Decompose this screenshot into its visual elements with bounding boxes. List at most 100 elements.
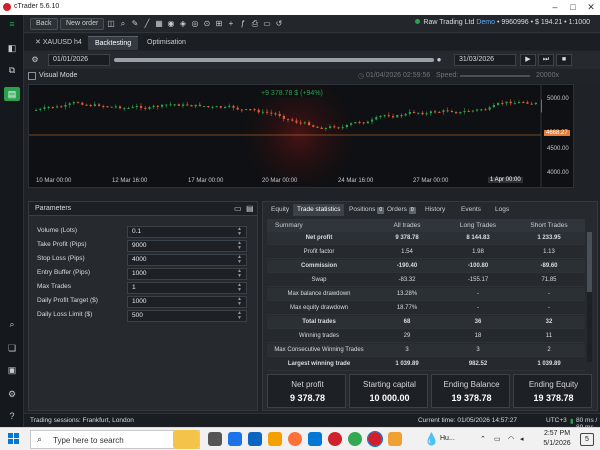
vlc-icon[interactable] — [388, 432, 402, 446]
trading-sessions: Trading sessions: Frankfurt, London — [30, 417, 134, 424]
snapshot-icon[interactable]: ⎙ — [250, 18, 260, 30]
progress-end-handle-icon[interactable]: ● — [434, 54, 444, 66]
wallet-icon[interactable]: ▣ — [4, 363, 20, 377]
stat-short: -89.60 — [540, 263, 558, 269]
stats-scrollbar[interactable] — [587, 232, 592, 362]
parameter-input[interactable]: 500 ▲ ▼ — [127, 310, 247, 322]
parameters-panel: Parameters ▭ ▤ Volume (Lots) 0.1 ▲ ▼ Take Pr… — [28, 201, 258, 411]
gear-icon[interactable]: ⚙ — [30, 54, 40, 66]
parameter-input[interactable]: 9000 ▲ ▼ — [127, 240, 247, 252]
search-placeholder: Type here to search — [53, 436, 124, 445]
visual-mode-row: Visual Mode ◷ 01/04/2026 02:59:56 Speed:… — [24, 69, 600, 83]
color-icon[interactable]: ◉ — [166, 18, 176, 30]
results-tab[interactable]: Events — [457, 204, 485, 216]
eye-icon[interactable]: ◎ — [190, 18, 200, 30]
results-tab[interactable]: Equity — [267, 204, 293, 216]
maximize-button[interactable]: □ — [566, 1, 580, 13]
chart-mode-icon[interactable]: ⊞ — [214, 18, 224, 30]
results-tab[interactable]: Positions 0 — [345, 204, 388, 216]
timezone[interactable]: UTC+3 — [546, 417, 567, 424]
watchlist-icon[interactable]: ◫ — [106, 18, 116, 30]
search-analytics-icon[interactable]: ⌕ — [4, 317, 20, 331]
spinner-arrows-icon[interactable]: ▲ ▼ — [237, 311, 242, 321]
algo-icon[interactable]: ▤ — [4, 87, 20, 101]
windows-start-icon[interactable] — [8, 433, 20, 445]
lock-icon[interactable]: ⊙ — [202, 18, 212, 30]
trendline-icon[interactable]: ╱ — [142, 18, 152, 30]
weather-text[interactable]: Hu... — [440, 435, 455, 442]
parameter-input[interactable]: 1000 ▲ ▼ — [127, 296, 247, 308]
save-icon[interactable]: ▭ — [234, 204, 242, 213]
app-menu-icon[interactable]: ≡ — [4, 17, 20, 31]
clock-date[interactable]: 5/1/2026 — [540, 440, 574, 447]
end-date-field[interactable]: 31/03/2026 — [454, 54, 516, 66]
copy-icon[interactable]: ⧉ — [4, 63, 20, 77]
help-icon[interactable]: ? — [4, 409, 20, 423]
task-view-icon[interactable] — [208, 432, 222, 446]
ctrader-active-icon[interactable] — [367, 431, 383, 447]
spinner-arrows-icon[interactable]: ▲ ▼ — [237, 297, 242, 307]
parameter-input[interactable]: 1000 ▲ ▼ — [127, 268, 247, 280]
minimize-button[interactable]: – — [548, 1, 562, 13]
search-icon[interactable]: ⌕ — [118, 18, 128, 30]
parameter-input[interactable]: 1 ▲ ▼ — [127, 282, 247, 294]
new-order-button[interactable]: New order — [60, 18, 105, 30]
firefox-icon[interactable] — [288, 432, 302, 446]
template-icon[interactable]: ▭ — [262, 18, 272, 30]
close-button[interactable]: ✕ — [584, 1, 598, 13]
weather-icon[interactable]: 💧 — [424, 432, 439, 446]
network-icon[interactable]: ▭ — [494, 435, 501, 443]
history-icon[interactable]: ↺ — [274, 18, 284, 30]
indicator-icon[interactable]: ƒ — [238, 18, 248, 30]
spinner-arrows-icon[interactable]: ▲ ▼ — [237, 227, 242, 237]
taskbar-search[interactable]: ⌕ Type here to search — [30, 430, 200, 449]
ctrader-taskbar-icon[interactable] — [328, 432, 342, 446]
folder-icon[interactable]: ▤ — [246, 204, 254, 213]
step-button[interactable]: ⏭ — [538, 54, 554, 66]
price-chart[interactable]: +9 378.78 $ (+94%) 5000.00 4668.27 4500.… — [28, 84, 574, 188]
play-button[interactable]: ▶ — [520, 54, 536, 66]
parameter-input[interactable]: 4000 ▲ ▼ — [127, 254, 247, 266]
results-tab[interactable]: Logs — [491, 204, 513, 216]
wifi-icon[interactable]: ◠ — [508, 435, 514, 443]
draw-icon[interactable]: ✎ — [130, 18, 140, 30]
notification-badge[interactable]: 5 — [580, 433, 594, 446]
results-tab[interactable]: History — [421, 204, 449, 216]
tab-optimisation[interactable]: Optimisation — [140, 36, 193, 50]
settings-icon[interactable]: ⚙ — [4, 387, 20, 401]
tray-chevron-icon[interactable]: ⌃ — [480, 435, 486, 443]
candle-body — [480, 109, 483, 111]
close-icon[interactable]: ✕ — [35, 39, 41, 46]
stop-button[interactable]: ■ — [556, 54, 572, 66]
chart-icon[interactable]: ◧ — [4, 41, 20, 55]
chrome-icon[interactable] — [348, 432, 362, 446]
volume-icon[interactable]: ◂ — [520, 435, 524, 443]
spinner-arrows-icon[interactable]: ▲ ▼ — [237, 269, 242, 279]
copilot-icon[interactable] — [228, 432, 242, 446]
back-button[interactable]: Back — [30, 18, 58, 30]
account-selector[interactable]: Raw Trading Ltd Demo • 9960996 • $ 194.2… — [415, 19, 590, 26]
spinner-arrows-icon[interactable]: ▲ ▼ — [237, 241, 242, 251]
parameter-value: 1000 — [132, 270, 147, 277]
file-explorer-icon[interactable] — [268, 432, 282, 446]
tab-backtesting[interactable]: Backtesting — [88, 36, 139, 50]
objects-icon[interactable]: ◈ — [178, 18, 188, 30]
start-date-field[interactable]: 01/01/2026 — [48, 54, 110, 66]
store-icon[interactable] — [308, 432, 322, 446]
bookmark-icon[interactable]: ❏ — [4, 341, 20, 355]
spinner-arrows-icon[interactable]: ▲ ▼ — [237, 255, 242, 265]
spinner-arrows-icon[interactable]: ▲ ▼ — [237, 283, 242, 293]
clock-time[interactable]: 2:57 PM — [540, 430, 574, 437]
speed-slider[interactable] — [460, 75, 530, 77]
summary-box: Ending Balance 19 378.78 — [431, 374, 510, 408]
tab-symbol[interactable]: ✕ XAUUSD h4 — [28, 36, 89, 50]
results-tab[interactable]: Trade statistics — [293, 204, 345, 216]
edge-icon[interactable] — [248, 432, 262, 446]
candle-body — [135, 106, 138, 108]
parameter-label: Take Profit (Pips) — [37, 241, 87, 248]
results-tab[interactable]: Orders 0 — [383, 204, 420, 216]
visual-mode-checkbox[interactable] — [28, 72, 36, 80]
parameter-input[interactable]: 0.1 ▲ ▼ — [127, 226, 247, 238]
plus-icon[interactable]: + — [226, 18, 236, 30]
layout-icon[interactable]: ▦ — [154, 18, 164, 30]
